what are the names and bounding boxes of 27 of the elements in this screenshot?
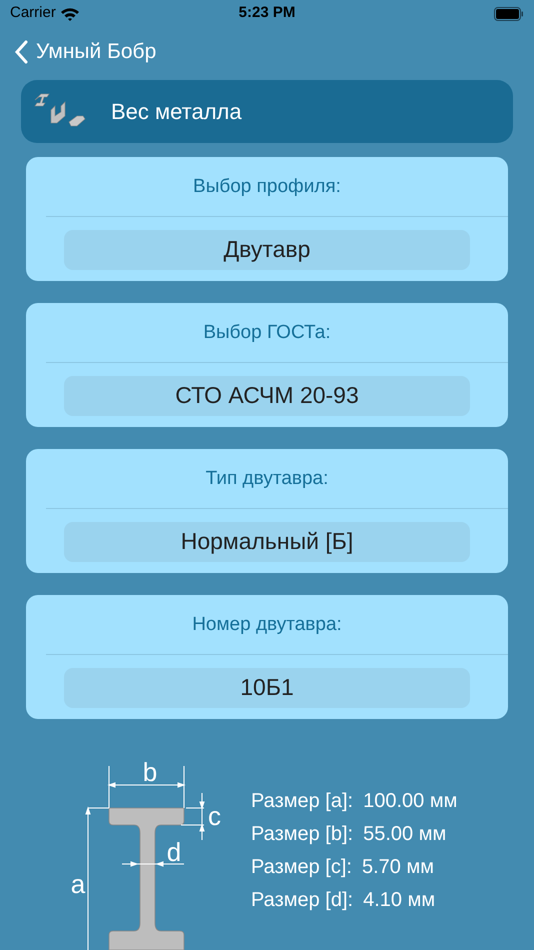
dimension-letter: c [208, 801, 221, 831]
back-chevron-icon [14, 40, 28, 64]
header-title: Вес металла [111, 98, 242, 126]
picker-selected-value[interactable]: 10Б1 [64, 668, 470, 708]
picker-selected-value[interactable]: СТО АСЧМ 20-93 [64, 376, 470, 416]
back-button[interactable]: Умный Бобр [14, 36, 156, 68]
dimension-letter: b [142, 757, 158, 787]
dimension-value: 100.00 мм [363, 788, 458, 814]
dimension-label: Размер [c]: [251, 854, 352, 880]
dimension-value: 55.00 мм [363, 822, 446, 846]
carrier-label: Carrier [10, 3, 56, 24]
dimension-label: Размер [a]: [251, 788, 354, 814]
dimension-label: Размер [d]: [251, 888, 354, 912]
picker-title: Тип двутавра: [206, 467, 328, 491]
picker-title: Номер двутавра: [192, 613, 342, 637]
dimension-letter: d [166, 837, 182, 867]
picker-selected-value[interactable]: Нормальный [Б] [64, 522, 470, 562]
picker-title: Выбор профиля: [193, 175, 341, 199]
dimension-label: Размер [b]: [251, 822, 354, 846]
clock-time: 5:23 PM [238, 3, 296, 24]
picker-selected-value[interactable]: Двутавр [64, 230, 470, 270]
dimension-value: 5.70 мм [362, 854, 434, 880]
wifi-icon [60, 6, 80, 21]
dimension-letter: a [70, 869, 86, 899]
picker-title: Выбор ГОСТа: [203, 321, 331, 345]
battery-icon [494, 6, 524, 21]
dimension-value: 4.10 мм [363, 888, 436, 912]
